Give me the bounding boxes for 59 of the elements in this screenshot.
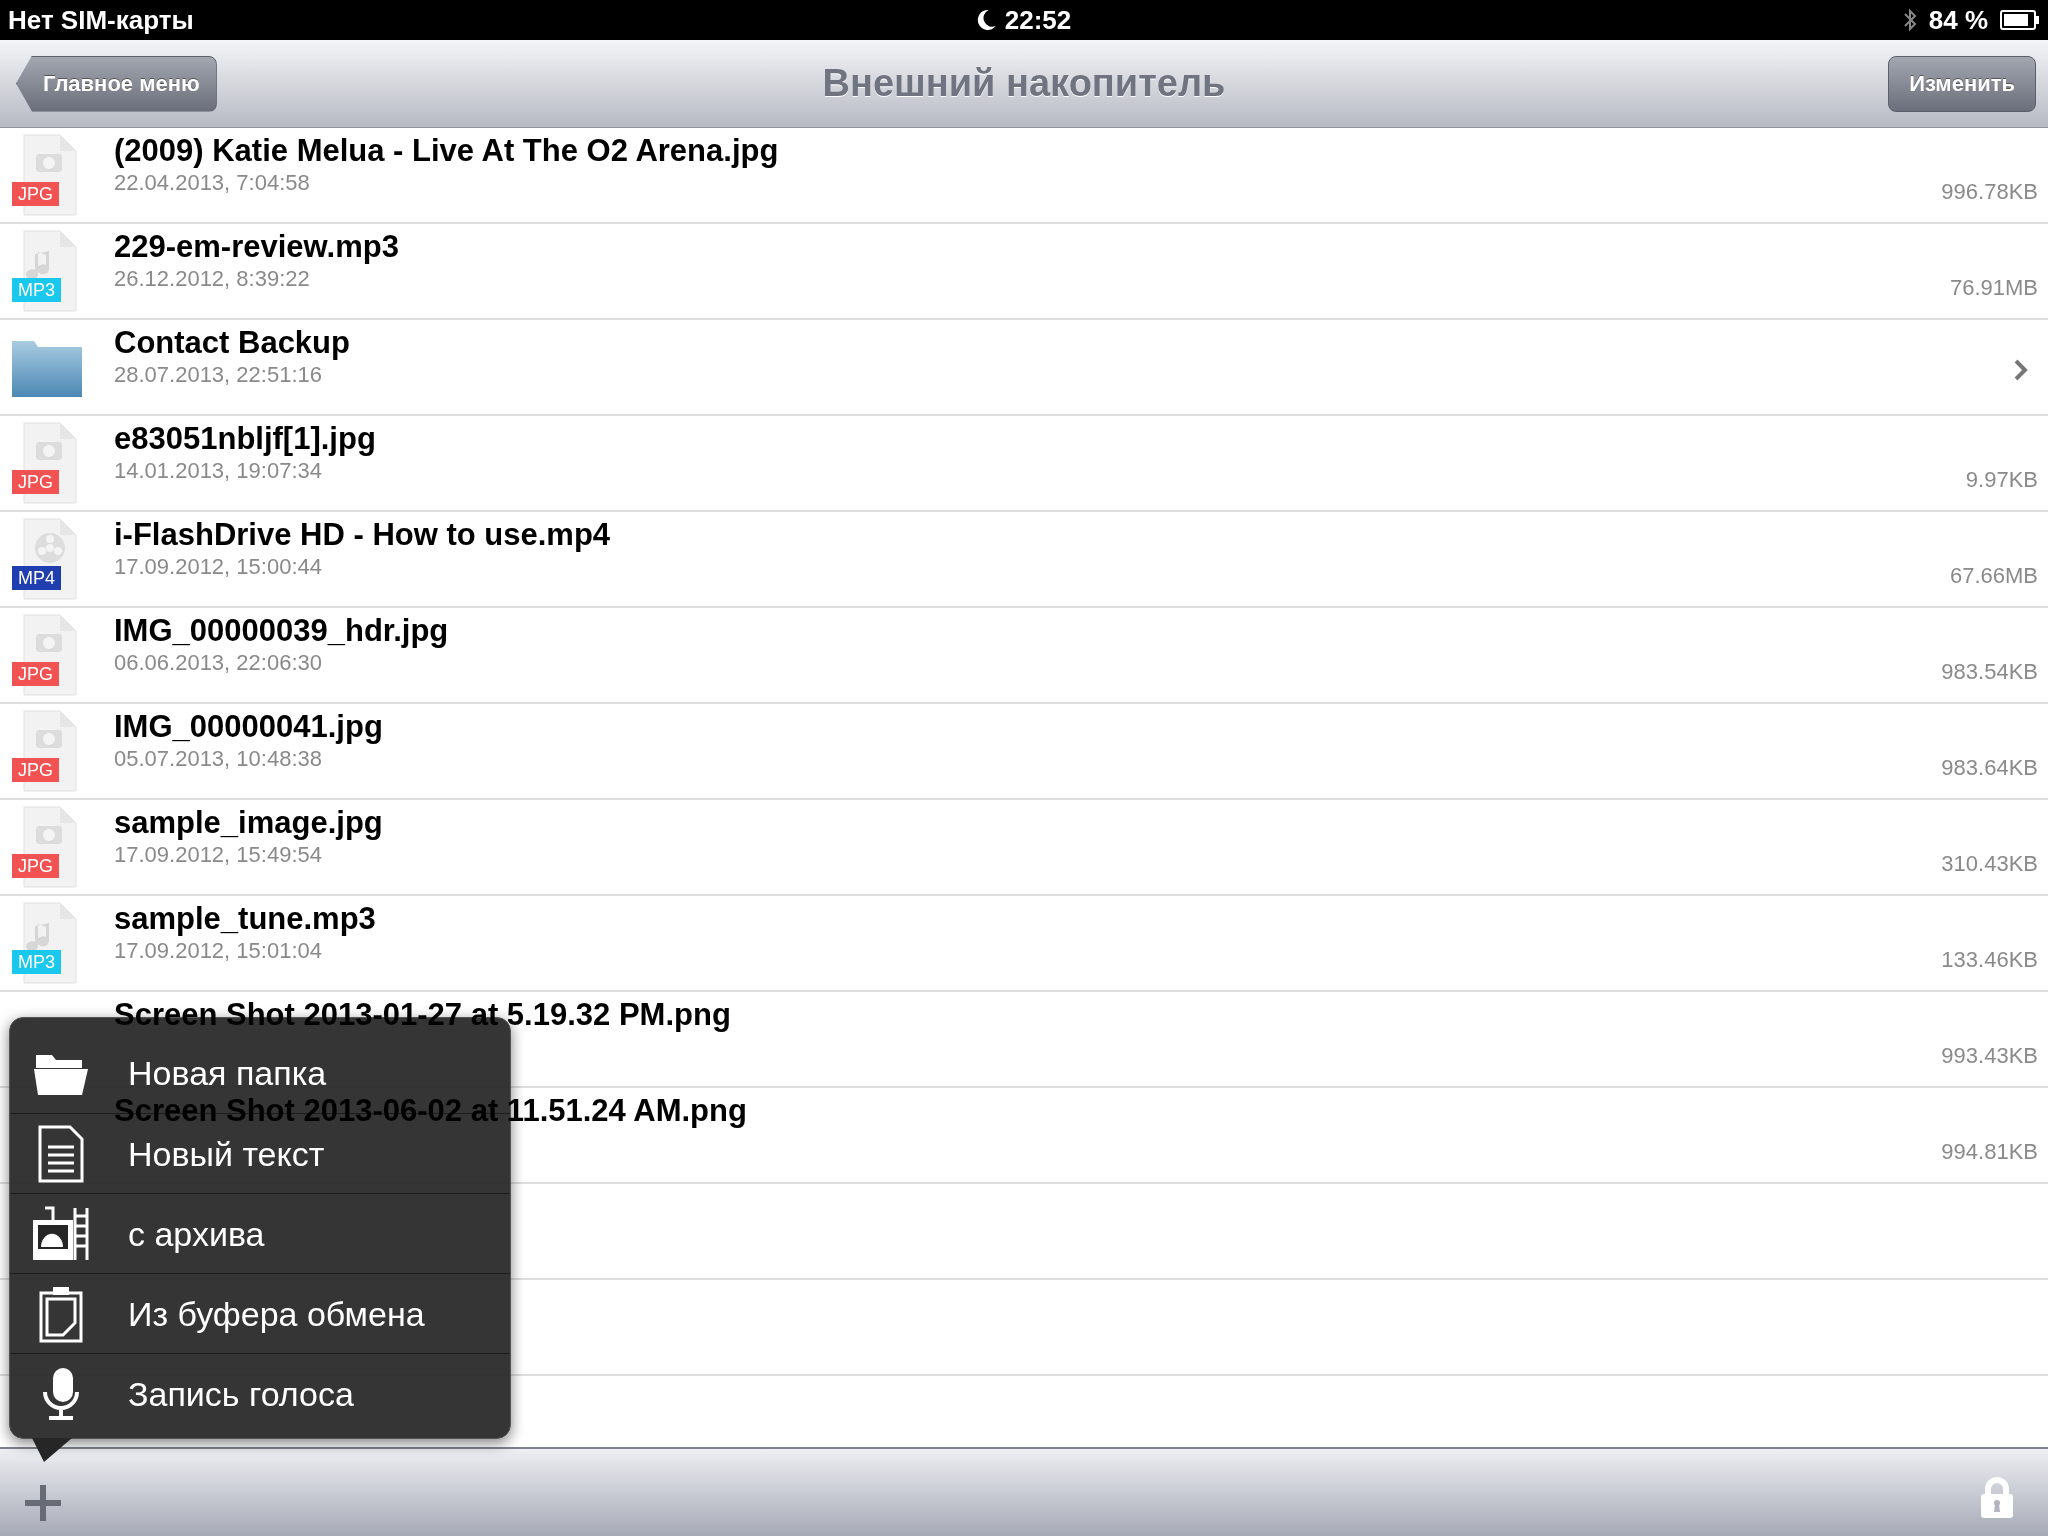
file-row[interactable]: JPG (2009) Katie Melua - Live At The O2 Arena.jpg 22.04.2013, 7:04:58 996.78KB (0, 128, 2048, 224)
file-row[interactable]: JPG e83051nbljf[1].jpg 14.01.2013, 19:07:34 9.97KB (0, 416, 2048, 512)
menu-item-label: Новый текст (128, 1133, 325, 1174)
file-name: e83051nbljf[1].jpg (114, 422, 376, 456)
battery-icon (2000, 10, 2040, 30)
file-date: 14.01.2013, 19:07:34 (114, 457, 322, 485)
clock-time: 22:52 (1004, 3, 1072, 37)
file-date: 26.12.2012, 8:39:22 (114, 265, 310, 293)
file-row[interactable]: MP3 229-em-review.mp3 26.12.2012, 8:39:22 76.91MB (0, 224, 2048, 320)
file-size: 67.66MB (1949, 562, 2038, 590)
file-row[interactable]: MP3 sample_tune.mp3 17.09.2012, 15:01:04 133.46KB (0, 896, 2048, 992)
lock-icon[interactable] (1980, 1476, 2014, 1519)
file-size: 993.43KB (1941, 1042, 2038, 1070)
chevron-icon (2014, 359, 2028, 381)
add-icon[interactable] (24, 1483, 62, 1522)
file-size: 310.43KB (1941, 850, 2038, 878)
microphone-icon (41, 1365, 81, 1422)
file-row[interactable]: JPG sample_image.jpg 17.09.2012, 15:49:54 310.43KB (0, 800, 2048, 896)
file-size: 996.78KB (1941, 178, 2038, 206)
moon-icon (976, 9, 997, 31)
file-name: IMG_00000041.jpg (114, 710, 383, 744)
screen-title: Внешний накопитель (822, 61, 1226, 106)
file-date: 05.07.2013, 10:48:38 (114, 745, 322, 773)
file-date: 17.09.2012, 15:00:44 (114, 553, 322, 581)
file-name: 229-em-review.mp3 (114, 230, 399, 264)
menu-item[interactable]: Новый текст (10, 1129, 510, 1178)
file-name: sample_image.jpg (114, 806, 383, 840)
file-name: i-FlashDrive HD - How to use.mp4 (114, 518, 611, 552)
menu-item[interactable]: Из буфера обмена (10, 1289, 510, 1338)
file-date: 17.09.2012, 15:49:54 (114, 841, 322, 869)
file-name: sample_tune.mp3 (114, 902, 376, 936)
file-date: 17.09.2012, 15:01:04 (114, 937, 322, 965)
file-size: 983.64KB (1941, 754, 2038, 782)
menu-item-label: с архива (128, 1213, 265, 1254)
menu-item[interactable]: с архива (10, 1209, 510, 1258)
file-date: 28.07.2013, 22:51:16 (114, 361, 322, 389)
file-date: 06.06.2013, 22:06:30 (114, 649, 322, 677)
file-row[interactable]: MP4 i-FlashDrive HD - How to use.mp4 17.09.2012, 15:00:44 67.66MB (0, 512, 2048, 608)
bluetooth-icon (1902, 7, 1917, 33)
file-name: (2009) Katie Melua - Live At The O2 Arena.jpg (114, 134, 779, 168)
file-size: 983.54KB (1941, 658, 2038, 686)
battery-percent: 84 % (1928, 3, 1988, 37)
menu-item[interactable]: Запись голоса (10, 1369, 510, 1418)
photo-film-icon (31, 1205, 91, 1262)
file-name: IMG_00000039_hdr.jpg (114, 614, 449, 648)
menu-item-label: Из буфера обмена (128, 1293, 425, 1334)
file-date: 22.04.2013, 7:04:58 (114, 169, 310, 197)
file-name: Contact Backup (114, 326, 350, 360)
file-row[interactable]: JPG IMG_00000041.jpg 05.07.2013, 10:48:38 983.64KB (0, 704, 2048, 800)
carrier-label: Нет SIM-карты (8, 3, 194, 37)
file-row[interactable]: JPG IMG_00000039_hdr.jpg 06.06.2013, 22:06:30 983.54KB (0, 608, 2048, 704)
file-size: 994.81KB (1941, 1138, 2038, 1166)
document-icon (38, 1124, 84, 1183)
clipboard-icon (39, 1284, 83, 1343)
file-row[interactable]: Contact Backup 28.07.2013, 22:51:16 (0, 320, 2048, 416)
file-size: 133.46KB (1941, 946, 2038, 974)
file-size: 9.97KB (1965, 466, 2038, 494)
menu-item-label: Запись голоса (128, 1373, 354, 1414)
file-size: 76.91MB (1949, 274, 2038, 302)
